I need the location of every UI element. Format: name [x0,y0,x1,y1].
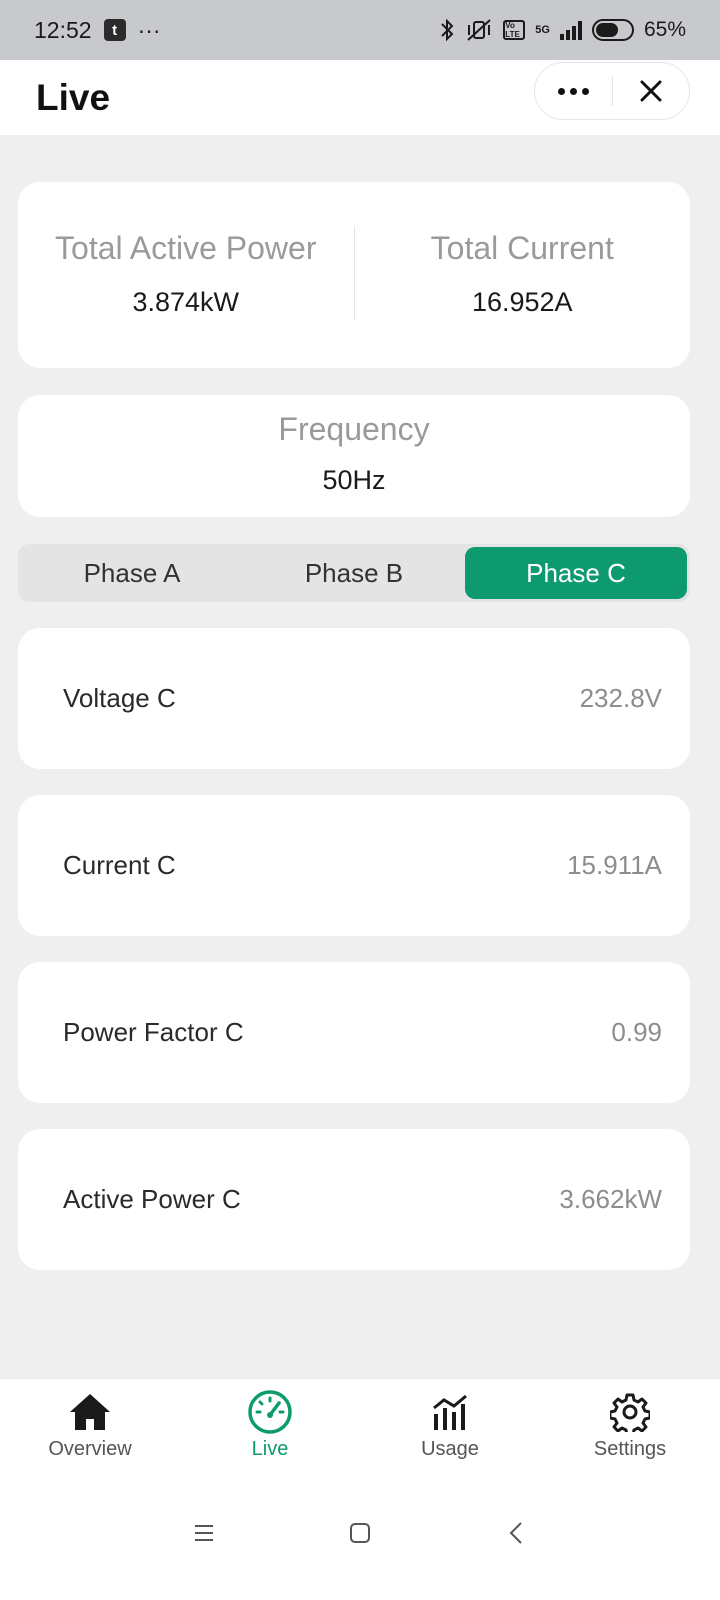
power-factor-row: Power Factor C 0.99 [18,962,690,1103]
frequency-value: 50Hz [322,465,386,495]
tab-phase-b[interactable]: Phase B [243,547,465,599]
nav-settings-label: Settings [593,1438,667,1460]
vibrate-off-icon [467,19,491,41]
close-icon [640,80,662,102]
back-icon [509,1522,522,1544]
speedometer-icon [247,1389,293,1435]
nav-live[interactable]: Live [180,1379,360,1466]
square-icon [350,1523,370,1543]
home-button[interactable] [282,1522,438,1544]
gear-icon [607,1389,653,1435]
page-title: Live [36,76,111,118]
tab-phase-a[interactable]: Phase A [21,547,243,599]
network-type: 5G [535,24,550,36]
nav-usage[interactable]: Usage [360,1379,540,1466]
more-button[interactable] [535,63,612,119]
battery-icon [591,19,634,41]
voltage-value: 232.8V [579,683,662,713]
nav-overview-label: Overview [48,1438,132,1460]
app-header: Live [0,60,720,135]
voltage-label: Voltage C [63,683,176,713]
nav-usage-label: Usage [421,1438,479,1460]
total-active-power: Total Active Power 3.874kW [18,182,354,368]
power-factor-label: Power Factor C [63,1017,244,1047]
current-row: Current C 15.911A [18,795,690,936]
app-notification-icon: t [103,19,126,41]
battery-percent: 65% [643,18,686,41]
active-power-label: Active Power C [63,1184,241,1214]
total-current-value: 16.952A [471,287,573,317]
tab-phase-c[interactable]: Phase C [465,547,687,599]
status-more: ··· [137,16,161,43]
total-active-power-value: 3.874kW [132,287,240,317]
total-current: Total Current 16.952A [355,182,691,368]
nav-settings[interactable]: Settings [540,1379,720,1466]
close-button[interactable] [613,63,690,119]
power-factor-value: 0.99 [611,1017,662,1047]
active-power-value: 3.662kW [559,1184,662,1214]
total-active-power-label: Total Active Power [55,230,317,266]
bar-chart-icon [427,1389,473,1435]
total-current-label: Total Current [430,230,614,266]
nav-overview[interactable]: Overview [0,1379,180,1466]
back-button[interactable] [438,1521,594,1545]
voltage-row: Voltage C 232.8V [18,628,690,769]
active-power-row: Active Power C 3.662kW [18,1129,690,1270]
volte-icon: Vo LTE [503,20,526,40]
system-nav-bar [0,1466,720,1600]
mini-program-capsule [534,62,690,120]
current-value: 15.911A [567,850,662,880]
nav-live-label: Live [251,1438,289,1460]
status-time: 12:52 [34,16,92,43]
bluetooth-icon [441,18,454,42]
menu-icon [195,1525,213,1541]
bottom-nav: Overview Live Usage Settings [0,1378,720,1466]
more-dots-icon [557,87,589,95]
current-label: Current C [63,850,176,880]
signal-icon [559,20,582,40]
home-icon [67,1389,113,1435]
recents-button[interactable] [126,1523,282,1543]
status-bar: 12:52 t ··· Vo LTE 5G 65% [0,0,720,60]
frequency-label: Frequency [278,411,430,447]
phase-tabs: Phase A Phase B Phase C [18,544,690,602]
summary-card: Total Active Power 3.874kW Total Current… [18,182,690,368]
frequency-card: Frequency 50Hz [18,395,690,517]
